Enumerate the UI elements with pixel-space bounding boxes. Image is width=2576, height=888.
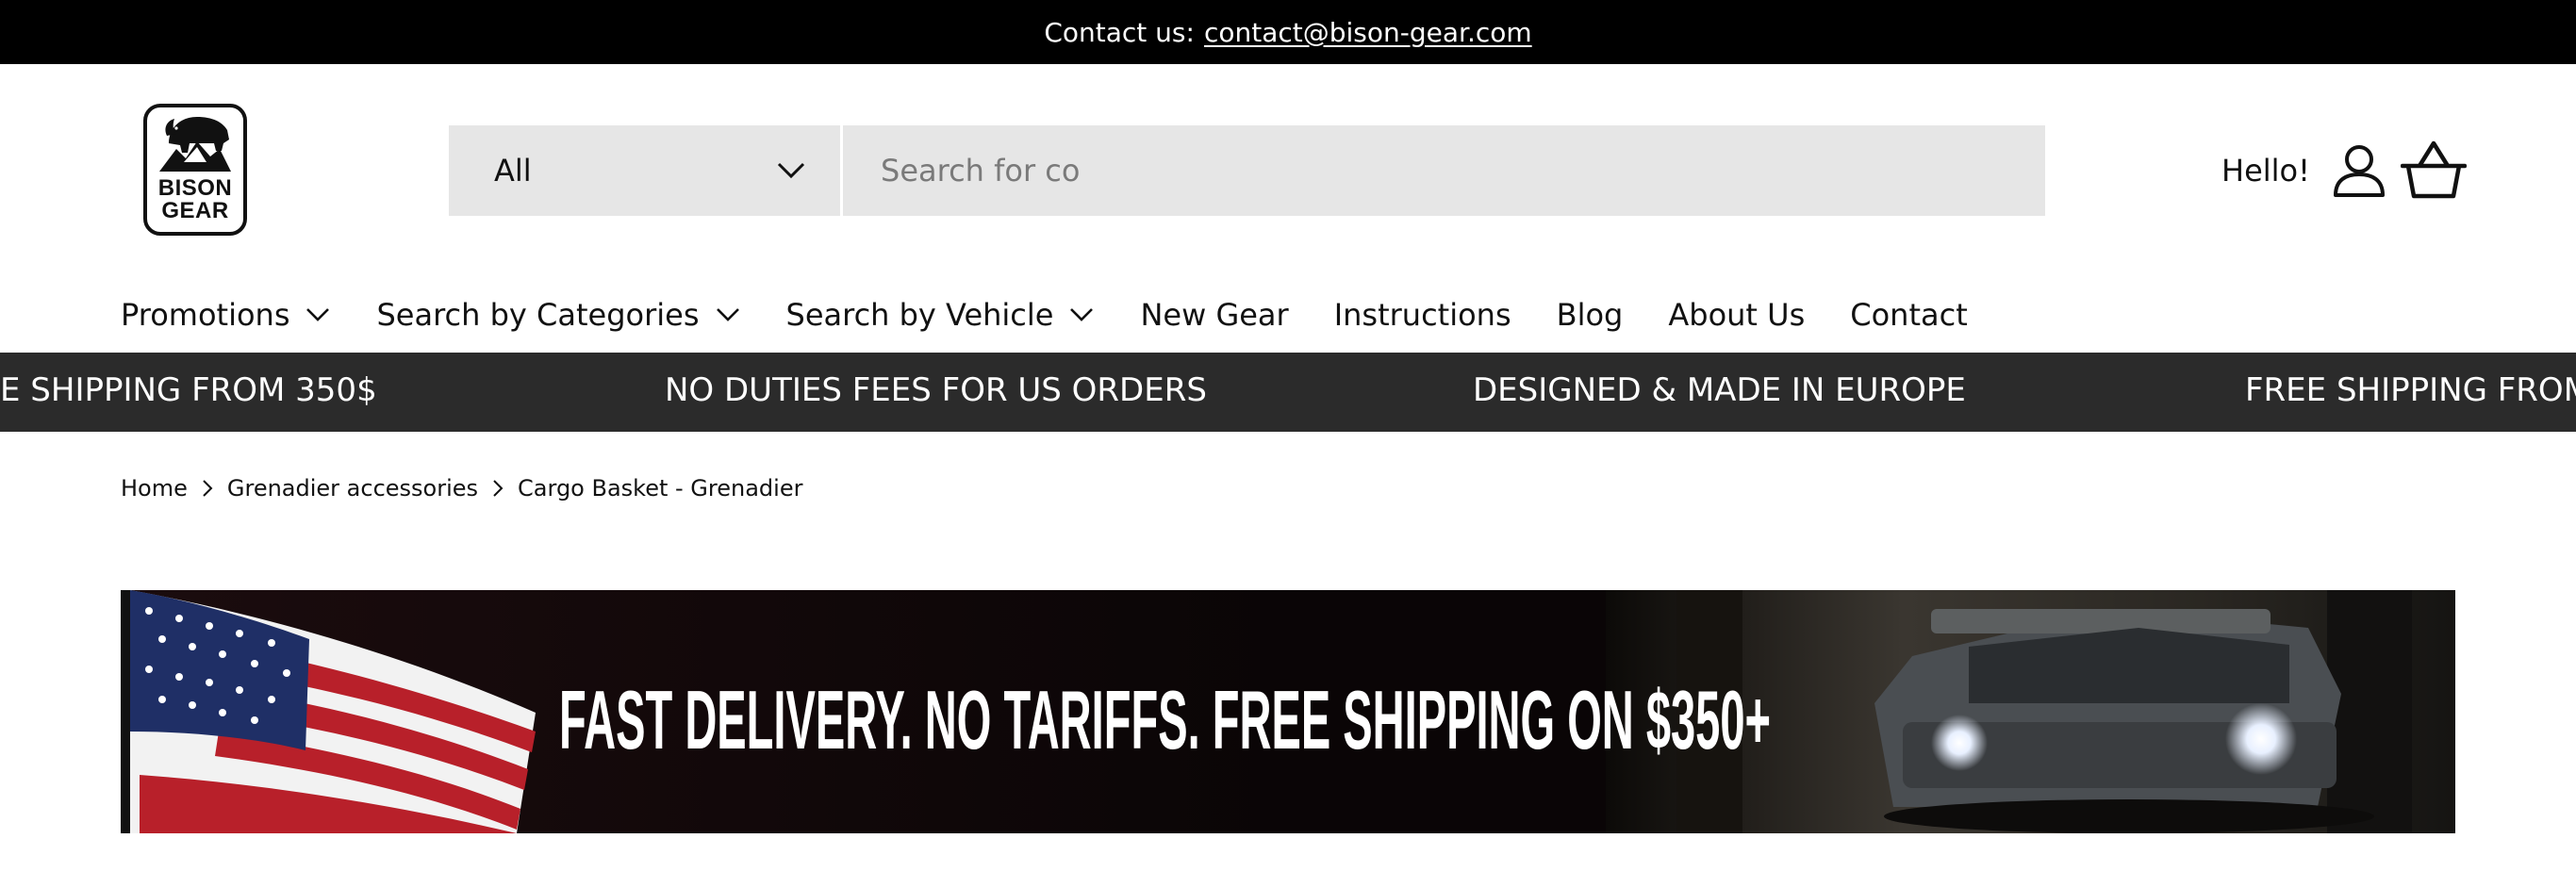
chevron-down-icon bbox=[306, 308, 330, 321]
nav-item-label: Promotions bbox=[121, 297, 290, 333]
bison-icon bbox=[159, 117, 231, 172]
nav-item-label: New Gear bbox=[1140, 297, 1289, 333]
breadcrumb-home[interactable]: Home bbox=[121, 475, 188, 502]
nav-item-contact[interactable]: Contact bbox=[1850, 297, 1968, 333]
account-link[interactable]: Hello! bbox=[2221, 138, 2387, 204]
nav-item-new-gear[interactable]: New Gear bbox=[1140, 297, 1288, 333]
marquee-item: E SHIPPING FROM 350$ bbox=[0, 371, 377, 409]
logo-line-2: GEAR bbox=[161, 198, 229, 223]
banner-headline-text: FAST DELIVERY. NO TARIFFS. FREE SHIPPING… bbox=[559, 673, 1771, 766]
search-bar: All bbox=[449, 125, 2045, 216]
search-input[interactable] bbox=[843, 125, 2045, 216]
chevron-down-icon bbox=[1070, 308, 1094, 321]
basket-icon[interactable] bbox=[2401, 138, 2467, 204]
chevron-down-icon bbox=[777, 162, 805, 179]
chevron-down-icon bbox=[716, 308, 739, 321]
announcement-marquee: E SHIPPING FROM 350$ NO DUTIES FEES FOR … bbox=[0, 353, 2576, 432]
nav-item-about-us[interactable]: About Us bbox=[1668, 297, 1805, 333]
breadcrumb-current: Cargo Basket - Grenadier bbox=[518, 475, 803, 502]
nav-item-instructions[interactable]: Instructions bbox=[1334, 297, 1511, 333]
nav-item-search-by-categories[interactable]: Search by Categories bbox=[376, 297, 740, 333]
marquee-item: FREE SHIPPING FROM bbox=[2245, 371, 2576, 409]
banner-headline: FAST DELIVERY. NO TARIFFS. FREE SHIPPING… bbox=[559, 673, 1771, 766]
chevron-right-icon bbox=[493, 480, 504, 497]
marquee-item: NO DUTIES FEES FOR US ORDERS bbox=[665, 371, 1207, 409]
logo-line-1: BISON bbox=[157, 175, 233, 201]
chevron-right-icon bbox=[203, 480, 213, 497]
greeting-text: Hello! bbox=[2221, 153, 2310, 189]
promo-banner[interactable]: FAST DELIVERY. NO TARIFFS. FREE SHIPPING… bbox=[121, 590, 2455, 833]
nav-item-promotions[interactable]: Promotions bbox=[121, 297, 331, 333]
breadcrumb-category[interactable]: Grenadier accessories bbox=[227, 475, 478, 502]
category-select[interactable]: All bbox=[449, 125, 843, 216]
nav-item-label: Search by Categories bbox=[376, 297, 700, 333]
nav-item-search-by-vehicle[interactable]: Search by Vehicle bbox=[786, 297, 1096, 333]
nav-item-label: Contact bbox=[1850, 297, 1968, 333]
nav-item-label: About Us bbox=[1668, 297, 1806, 333]
main-navigation: Promotions Search by Categories Search b… bbox=[121, 288, 2013, 341]
nav-item-blog[interactable]: Blog bbox=[1557, 297, 1624, 333]
user-icon[interactable] bbox=[2331, 142, 2387, 199]
contact-label: Contact us: bbox=[1044, 16, 1195, 48]
site-logo[interactable]: BISON GEAR bbox=[143, 104, 247, 236]
category-select-value: All bbox=[494, 153, 532, 189]
nav-item-label: Blog bbox=[1556, 297, 1624, 333]
top-contact-bar: Contact us: contact@bison-gear.com bbox=[0, 0, 2576, 64]
breadcrumb: Home Grenadier accessories Cargo Basket … bbox=[121, 471, 802, 505]
marquee-item: DESIGNED & MADE IN EUROPE bbox=[1473, 371, 1966, 409]
contact-email-link[interactable]: contact@bison-gear.com bbox=[1204, 17, 1532, 48]
nav-item-label: Search by Vehicle bbox=[785, 297, 1054, 333]
nav-item-label: Instructions bbox=[1333, 297, 1511, 333]
